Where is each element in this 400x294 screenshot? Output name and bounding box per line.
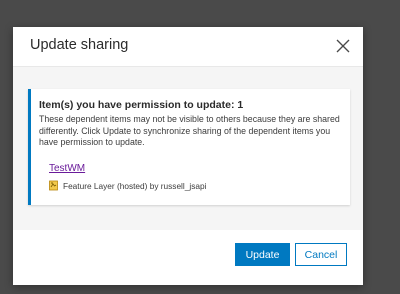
item-link[interactable]: TestWM [49,163,85,174]
permission-notice: Item(s) you have permission to update: 1… [28,89,350,205]
update-button[interactable]: Update [235,243,290,266]
item-meta-text: Feature Layer (hosted) by russell_jsapi [63,180,207,191]
notice-text: These dependent items may not be visible… [39,114,340,147]
update-sharing-dialog: Update sharing Item(s) you have permissi… [13,27,363,285]
notice-title: Item(s) you have permission to update: 1 [39,99,244,111]
dialog-body: Item(s) you have permission to update: 1… [13,67,363,230]
dialog-header: Update sharing [13,27,363,67]
dialog-footer: Update Cancel [13,230,363,285]
item-meta: Feature Layer (hosted) by russell_jsapi [48,180,206,191]
cancel-button[interactable]: Cancel [295,243,347,266]
close-icon[interactable] [335,38,351,54]
dialog-title: Update sharing [30,37,129,53]
feature-layer-icon [48,180,59,191]
